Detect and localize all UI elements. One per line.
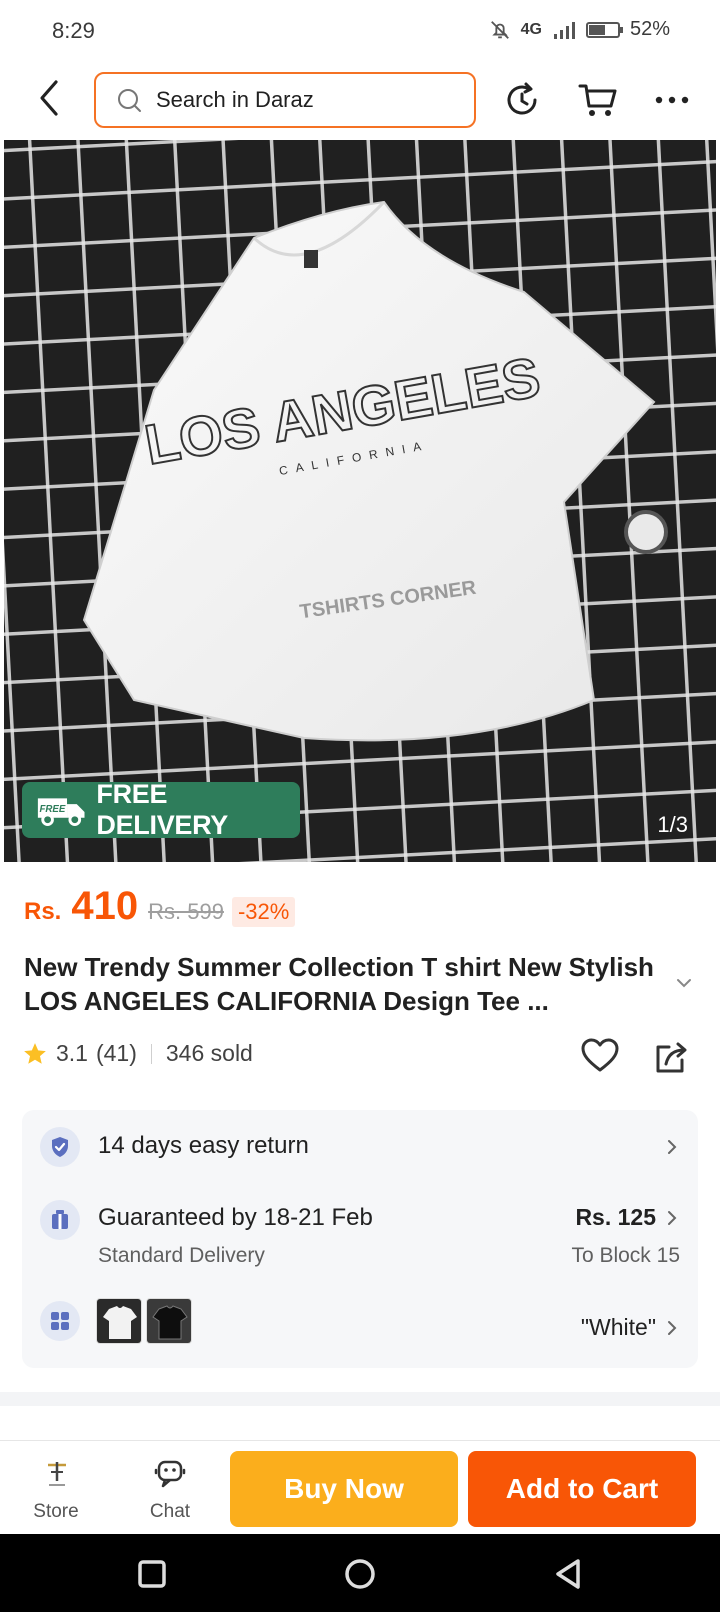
circle-icon (345, 1559, 375, 1589)
status-icons: 4G 52% (489, 18, 670, 41)
white-shirt-thumbnail (97, 1299, 141, 1343)
rating-count: (41) (95, 1040, 137, 1066)
return-shield-icon (40, 1127, 80, 1167)
history-button[interactable] (500, 78, 544, 122)
wishlist-button[interactable] (580, 1036, 620, 1076)
return-policy-row[interactable]: 14 days easy return (22, 1110, 698, 1184)
variant-thumb-white[interactable] (96, 1298, 142, 1344)
variant-icon (40, 1301, 80, 1341)
grid-apps-icon (51, 1312, 69, 1330)
store-label: Store (33, 1501, 79, 1522)
black-shirt-thumbnail (147, 1299, 191, 1343)
cart-icon (578, 84, 617, 116)
chat-button[interactable]: Chat (120, 1441, 220, 1535)
discount-badge: -32% (231, 897, 296, 927)
more-button[interactable] (650, 78, 694, 122)
triangle-back-icon (556, 1559, 580, 1589)
chat-label: Chat (149, 1501, 191, 1522)
share-button[interactable] (652, 1038, 692, 1078)
bottom-action-bar: Store Chat Buy Now Add to Cart (0, 1440, 720, 1534)
return-policy-label: 14 days easy return (98, 1132, 309, 1159)
buy-now-button[interactable]: Buy Now (230, 1451, 458, 1527)
delivery-fee: Rs. 125 (575, 1204, 656, 1230)
price-row: Rs. 410 Rs. 599 -32% (24, 884, 296, 929)
delivery-truck-icon: FREE (37, 798, 85, 827)
truck-label: FREE (40, 804, 66, 815)
battery-percent: 52% (629, 18, 670, 40)
selected-variant: "White" (580, 1314, 656, 1340)
back-button[interactable] (30, 76, 70, 120)
price-currency: Rs. (24, 898, 62, 925)
bell-off-icon (490, 20, 509, 39)
delivery-guarantee-label: Guaranteed by 18-21 Feb (98, 1204, 373, 1231)
parcel-icon (52, 1210, 68, 1229)
product-image-gallery[interactable]: LOS ANGELES CALIFORNIA TSHIRTS CORNER FR… (4, 140, 716, 862)
status-bar: 8:29 4G 52% (0, 0, 720, 60)
app-header: Search in Daraz (0, 60, 720, 140)
system-nav-bar (0, 1534, 720, 1612)
variant-thumb-black[interactable] (146, 1298, 192, 1344)
status-time: 8:29 (52, 18, 95, 43)
chevron-down-icon (677, 979, 691, 988)
shield-check-icon (52, 1137, 68, 1157)
rating-divider (150, 1043, 152, 1064)
product-image: LOS ANGELES CALIFORNIA TSHIRTS CORNER (82, 200, 668, 742)
refresh-clock-icon (507, 82, 537, 115)
delivery-row[interactable]: Guaranteed by 18-21 Feb Standard Deliver… (22, 1184, 698, 1288)
star-icon (24, 1042, 46, 1064)
product-title: New Trendy Summer Collection T shirt New… (24, 952, 654, 1016)
price-current: 410 (71, 884, 139, 928)
share-icon (656, 1042, 687, 1073)
chevron-right-icon (668, 1211, 677, 1225)
search-input[interactable]: Search in Daraz (94, 72, 476, 128)
rating-score: 3.1 (56, 1040, 88, 1066)
store-logo-icon (48, 1462, 66, 1486)
heart-icon (581, 1038, 619, 1072)
chevron-right-icon (668, 1321, 677, 1335)
free-delivery-badge: FREE FREE DELIVERY (22, 779, 300, 840)
expand-title-button[interactable] (674, 975, 694, 991)
variant-row[interactable]: "White" (22, 1288, 698, 1368)
recents-button[interactable] (132, 1554, 172, 1594)
battery-icon (585, 21, 623, 38)
delivery-icon (40, 1200, 80, 1240)
cart-button[interactable] (576, 78, 620, 122)
image-counter: 1/3 (657, 812, 688, 837)
section-divider (0, 1392, 720, 1406)
network-type: 4G (520, 20, 542, 38)
signal-icon (553, 21, 575, 39)
price-original: Rs. 599 (148, 899, 224, 924)
delivery-location: To Block 15 (571, 1244, 680, 1267)
search-placeholder: Search in Daraz (156, 87, 314, 112)
delivery-type: Standard Delivery (98, 1244, 265, 1267)
chevron-left-icon (40, 80, 58, 116)
search-icon (118, 89, 141, 112)
add-to-cart-button[interactable]: Add to Cart (468, 1451, 696, 1527)
square-icon (138, 1560, 166, 1588)
back-nav-button[interactable] (548, 1554, 588, 1594)
free-delivery-label: FREE DELIVERY (96, 779, 229, 840)
sold-count: 346 sold (165, 1040, 253, 1066)
home-button[interactable] (340, 1554, 380, 1594)
rating-row[interactable]: 3.1 (41) 346 sold (22, 1040, 253, 1067)
chat-icon (154, 1460, 186, 1488)
chevron-right-icon (668, 1140, 677, 1154)
service-info-card: 14 days easy return Guaranteed by 18-21 … (22, 1110, 698, 1368)
battery-fill (588, 24, 605, 35)
store-button[interactable]: Store (6, 1441, 106, 1535)
more-dots-icon (655, 96, 689, 104)
